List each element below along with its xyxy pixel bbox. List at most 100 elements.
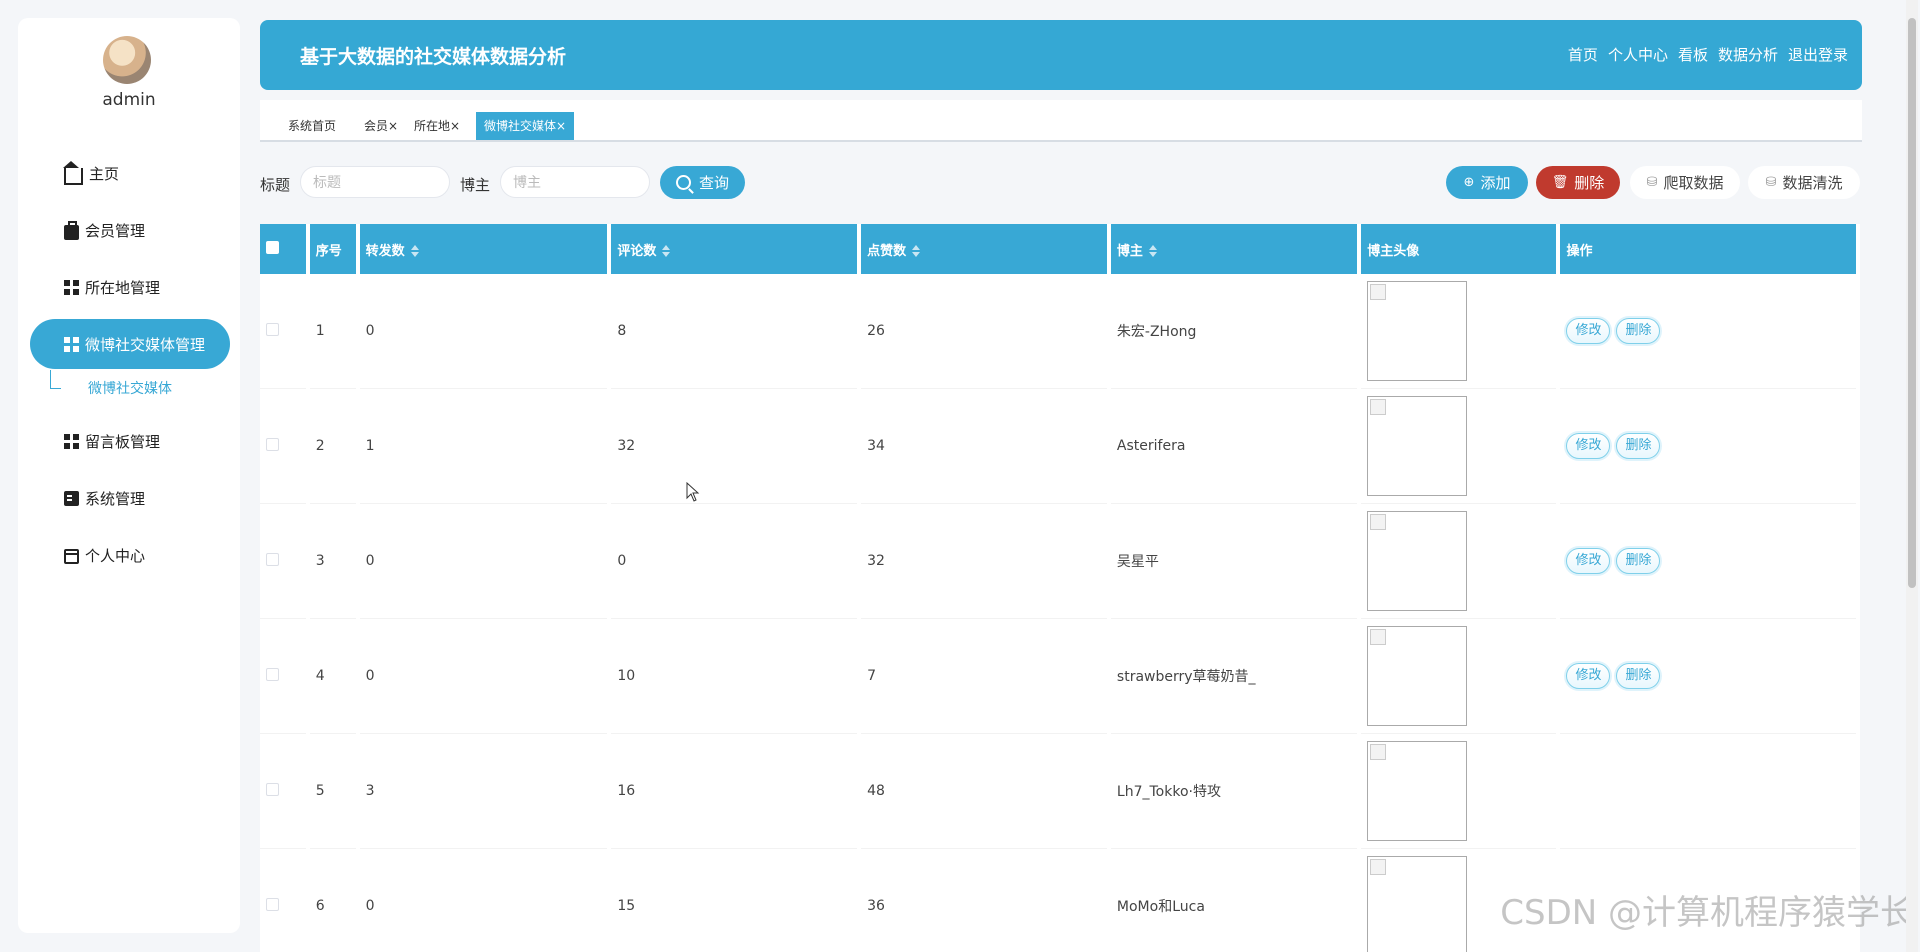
- cell-blogger: Lh7_Tokko·特攻: [1110, 734, 1358, 849]
- add-button[interactable]: ⊕ 添加: [1446, 166, 1528, 199]
- cell-no: 6: [310, 849, 356, 952]
- crawl-button[interactable]: ⛁ 爬取数据: [1630, 166, 1740, 199]
- sidebar-item-system[interactable]: 系统管理: [30, 473, 230, 523]
- sidebar-item-label: 所在地管理: [85, 278, 161, 297]
- app-title: 基于大数据的社交媒体数据分析: [300, 46, 567, 68]
- broken-image-icon: [1367, 856, 1468, 952]
- row-delete-button[interactable]: 删除: [1616, 548, 1661, 574]
- database-icon: ⛁: [1646, 175, 1658, 190]
- cell-comments: 16: [611, 734, 858, 849]
- grid-icon: [64, 433, 79, 449]
- delete-button[interactable]: 🗑 删除: [1536, 166, 1620, 199]
- sidebar-subitem-label: 微博社交媒体: [88, 381, 172, 397]
- title-input[interactable]: 标题: [300, 166, 450, 198]
- cell-likes: 34: [861, 389, 1107, 504]
- avatar[interactable]: [103, 36, 151, 84]
- scrollbar-thumb[interactable]: [1908, 18, 1916, 588]
- watermark: CSDN @计算机程序猿学长: [1500, 893, 1914, 933]
- row-delete-button[interactable]: 删除: [1616, 433, 1661, 459]
- title-label: 标题: [260, 176, 291, 194]
- nav-profile[interactable]: 个人中心: [1608, 44, 1668, 65]
- table-row: 1 0 8 26 朱宏-ZHong 修改 删除: [260, 274, 1856, 389]
- col-comments[interactable]: 评论数: [611, 224, 858, 274]
- cell-blogger: MoMo和Luca: [1111, 849, 1357, 952]
- clean-button[interactable]: ⛁ 数据清洗: [1748, 166, 1860, 199]
- crawl-button-label: 爬取数据: [1663, 174, 1724, 192]
- row-delete-button[interactable]: 删除: [1616, 318, 1661, 344]
- sidebar-item-profile[interactable]: 个人中心: [30, 530, 230, 580]
- broken-image-icon: [1367, 396, 1468, 496]
- home-icon: [63, 160, 83, 185]
- sidebar-item-home[interactable]: 主页: [30, 148, 230, 198]
- broken-image-icon: [1367, 626, 1468, 726]
- cell-comments: 0: [611, 504, 858, 619]
- sidebar-item-label: 个人中心: [85, 546, 146, 565]
- cell-reposts: 0: [360, 849, 608, 952]
- edit-button[interactable]: 修改: [1566, 318, 1611, 344]
- nav-home[interactable]: 首页: [1568, 44, 1598, 65]
- tab-weibo[interactable]: 微博社交媒体×: [476, 112, 575, 140]
- page-scrollbar[interactable]: [1906, 0, 1918, 952]
- card-icon: [64, 548, 79, 564]
- cell-likes: 36: [861, 849, 1107, 952]
- sidebar: admin 主页 会员管理 所在地管理 微博社交媒体管理 微博社交媒体 留言板管…: [18, 18, 240, 933]
- table-row: 4 0 10 7 strawberry草莓奶昔_ 修改 删除: [260, 619, 1856, 734]
- edit-button[interactable]: 修改: [1566, 548, 1611, 574]
- cell-blogger: 吴星平: [1110, 504, 1358, 619]
- nav-analysis[interactable]: 数据分析: [1718, 44, 1778, 65]
- mouse-cursor-icon: [686, 482, 700, 502]
- blogger-input[interactable]: 博主: [500, 166, 650, 198]
- cell-likes: 26: [861, 274, 1107, 389]
- col-likes-label: 点赞数: [867, 243, 907, 259]
- cell-comments: 32: [611, 389, 858, 504]
- cell-no: 4: [309, 619, 356, 734]
- row-checkbox[interactable]: [266, 782, 279, 796]
- table-row: 5 3 16 48 Lh7_Tokko·特攻: [260, 734, 1856, 849]
- row-checkbox[interactable]: [266, 552, 279, 566]
- sidebar-item-label: 系统管理: [85, 489, 146, 508]
- cell-no: 1: [309, 274, 356, 389]
- top-header: 基于大数据的社交媒体数据分析 首页 个人中心 看板 数据分析 退出登录: [260, 20, 1862, 90]
- sort-icon[interactable]: [912, 245, 921, 257]
- edit-button[interactable]: 修改: [1566, 433, 1611, 459]
- tab-members[interactable]: 会员×: [356, 112, 407, 140]
- col-blogger[interactable]: 博主: [1110, 224, 1358, 274]
- sort-icon[interactable]: [410, 245, 419, 257]
- col-likes[interactable]: 点赞数: [861, 224, 1107, 274]
- query-button[interactable]: 查询: [660, 166, 745, 199]
- col-reposts[interactable]: 转发数: [359, 224, 608, 274]
- col-blogger-label: 博主: [1116, 243, 1143, 259]
- sidebar-item-members[interactable]: 会员管理: [30, 205, 230, 255]
- row-delete-button[interactable]: 删除: [1616, 663, 1661, 689]
- tab-home[interactable]: 系统首页: [280, 112, 345, 140]
- row-checkbox[interactable]: [266, 437, 279, 451]
- query-button-label: 查询: [698, 174, 729, 192]
- delete-button-label: 删除: [1574, 174, 1605, 192]
- cell-reposts: 0: [359, 504, 608, 619]
- cell-reposts: 1: [359, 389, 608, 504]
- col-avatar: 博主头像: [1361, 224, 1557, 274]
- sort-icon[interactable]: [662, 245, 671, 257]
- tab-location[interactable]: 所在地×: [406, 112, 469, 140]
- row-checkbox[interactable]: [266, 897, 279, 911]
- nav-dashboard[interactable]: 看板: [1678, 44, 1708, 65]
- edit-button[interactable]: 修改: [1566, 663, 1611, 689]
- sidebar-item-weibo[interactable]: 微博社交媒体管理: [30, 319, 230, 369]
- data-table: 序号 转发数 评论数 点赞数 博主 博主头像 操作 1 0 8 26 朱宏-ZH…: [260, 224, 1860, 952]
- row-checkbox[interactable]: [266, 667, 279, 681]
- sort-icon[interactable]: [1148, 245, 1157, 257]
- sidebar-item-location[interactable]: 所在地管理: [30, 262, 230, 312]
- cell-no: 3: [309, 504, 356, 619]
- cell-no: 5: [309, 734, 356, 849]
- username: admin: [102, 90, 156, 110]
- table-header-row: 序号 转发数 评论数 点赞数 博主 博主头像 操作: [260, 224, 1856, 274]
- cell-likes: 7: [861, 619, 1107, 734]
- cell-blogger: strawberry草莓奶昔_: [1110, 619, 1358, 734]
- select-all-checkbox[interactable]: [266, 240, 279, 254]
- col-actions: 操作: [1560, 224, 1856, 274]
- sidebar-subitem-weibo[interactable]: 微博社交媒体: [30, 370, 230, 406]
- row-checkbox[interactable]: [266, 322, 279, 336]
- sidebar-item-messageboard[interactable]: 留言板管理: [30, 416, 230, 466]
- nav-logout[interactable]: 退出登录: [1788, 44, 1848, 65]
- col-reposts-label: 转发数: [365, 243, 405, 259]
